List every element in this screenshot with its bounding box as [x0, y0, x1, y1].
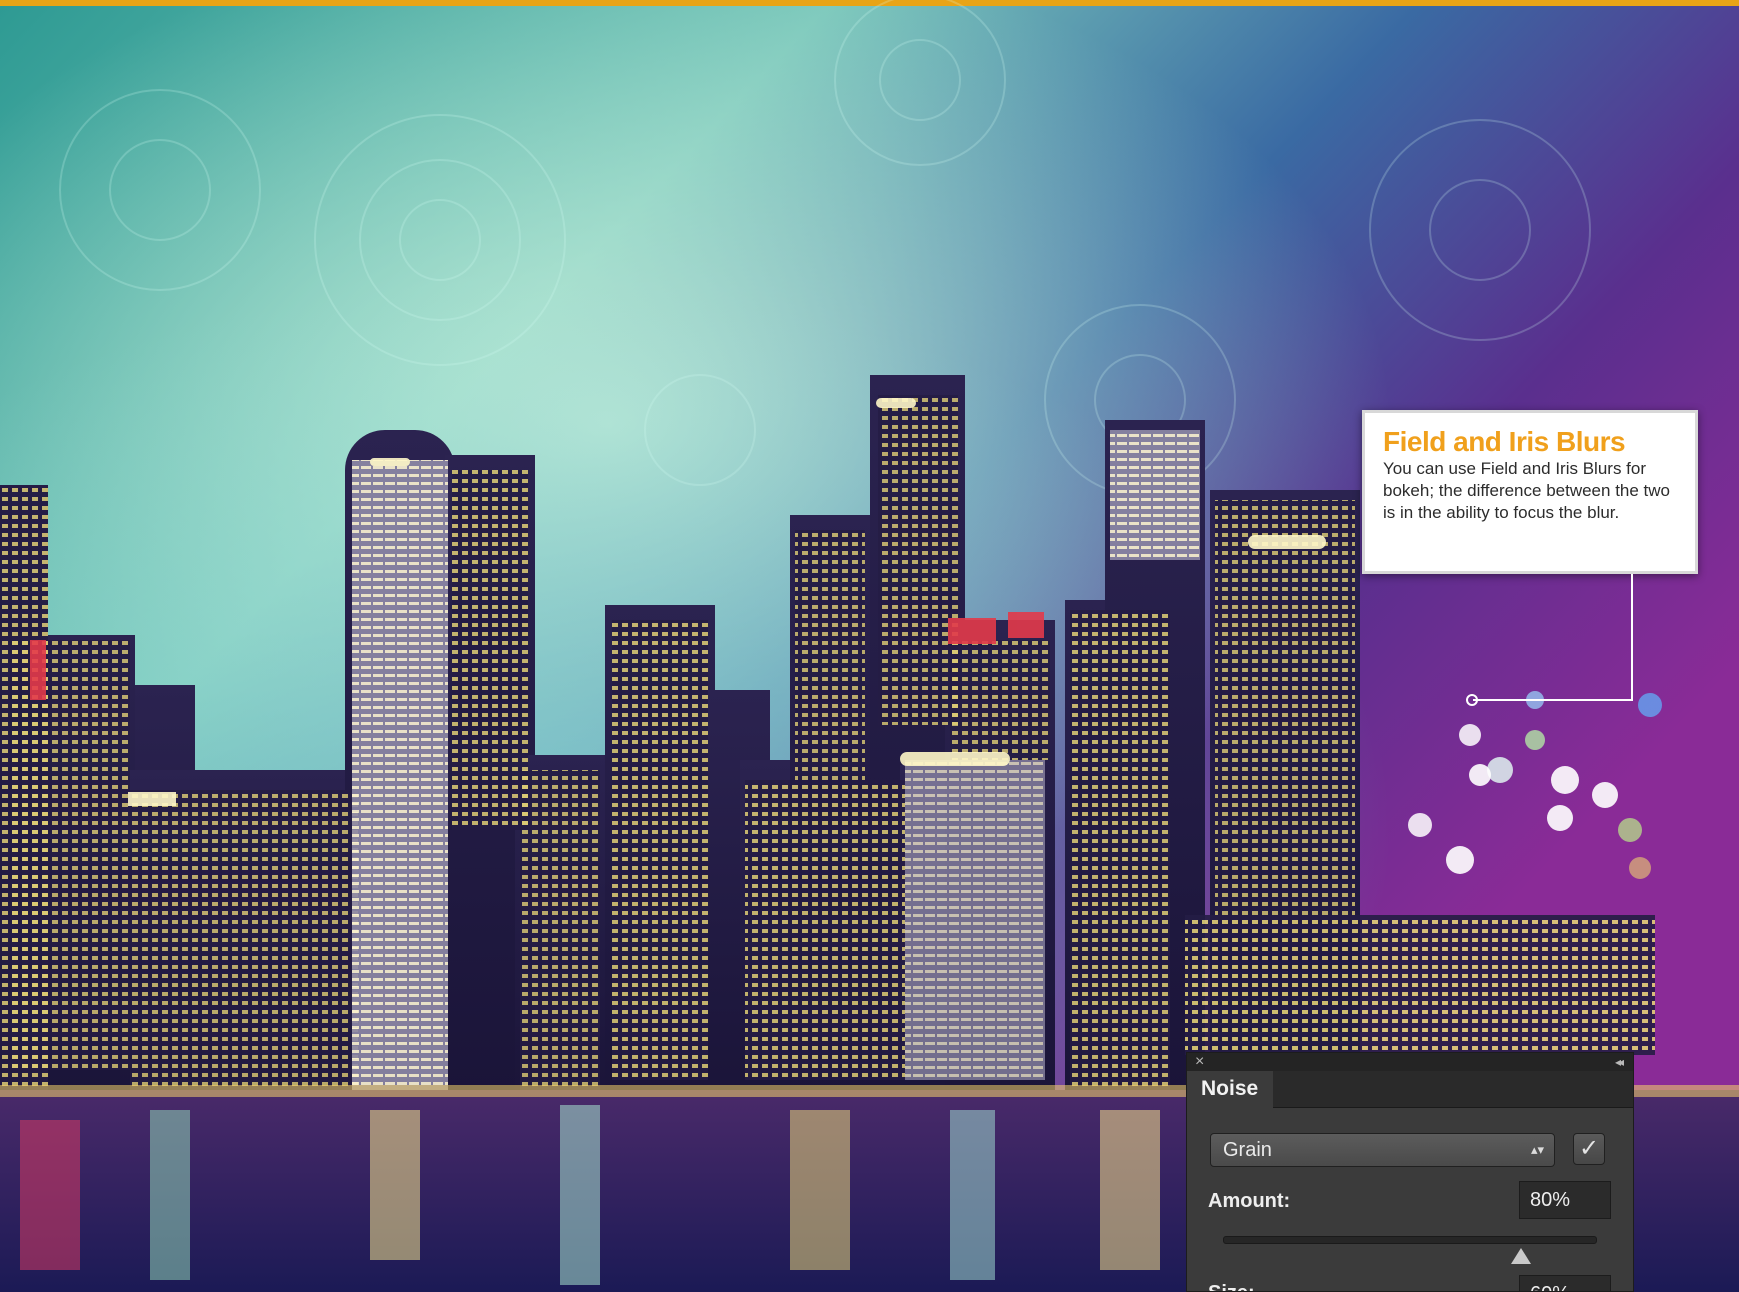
enable-checkbox[interactable]: ✓ [1573, 1133, 1605, 1165]
amount-label: Amount: [1208, 1190, 1291, 1212]
tab-noise[interactable]: Noise [1187, 1071, 1273, 1108]
amount-slider-thumb[interactable] [1510, 1248, 1531, 1264]
select-arrows-icon: ▴▾ [1530, 1142, 1544, 1157]
panel-title-bar: × ◂◂ [1187, 1053, 1633, 1071]
panel-tab-bar: Noise [1187, 1071, 1633, 1108]
noise-type-select[interactable]: Grain ▴▾ [1210, 1133, 1555, 1167]
close-icon[interactable]: × [1195, 1053, 1204, 1071]
noise-type-value: Grain [1223, 1139, 1272, 1161]
amount-slider-track[interactable] [1223, 1236, 1597, 1244]
size-input[interactable]: 60% [1519, 1275, 1611, 1291]
noise-panel: × ◂◂ Noise Grain ▴▾ ✓ Amount: 80% Size: … [1186, 1052, 1634, 1292]
check-icon: ✓ [1578, 1135, 1600, 1162]
collapse-icon[interactable]: ◂◂ [1615, 1053, 1624, 1071]
size-label: Size: [1208, 1281, 1255, 1291]
amount-input[interactable]: 80% [1519, 1181, 1611, 1219]
